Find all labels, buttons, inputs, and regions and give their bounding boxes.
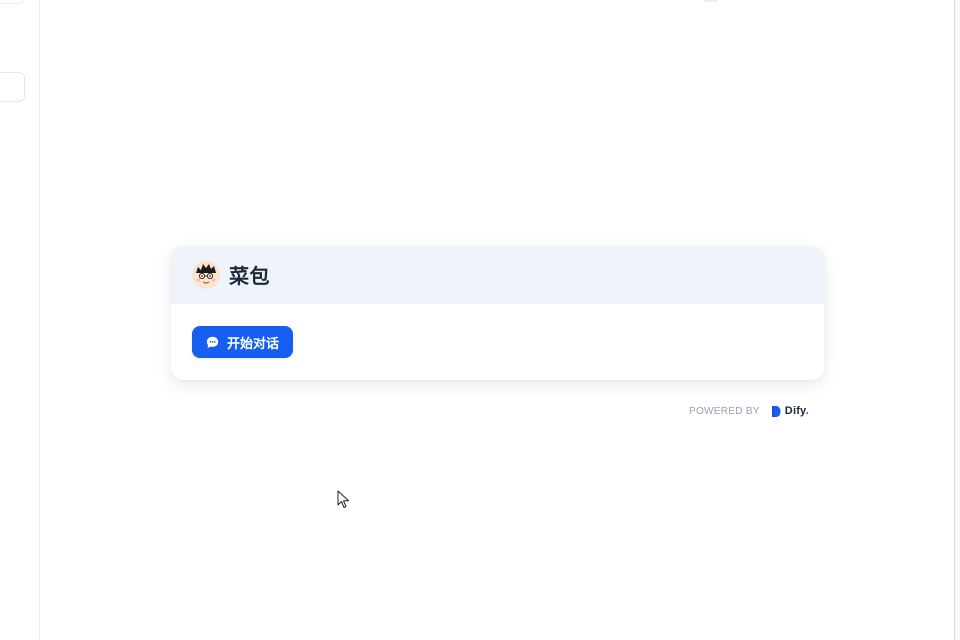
dify-logo-icon (771, 405, 781, 418)
left-sidebar (0, 0, 40, 640)
powered-by-label: POWERED BY (689, 405, 760, 417)
dify-brand[interactable]: Dify. (771, 405, 809, 418)
dify-wordmark: Dify. (785, 405, 809, 417)
app-avatar-icon (192, 260, 220, 289)
welcome-card-header: 菜包 (171, 246, 824, 304)
start-chat-button[interactable]: 开始对话 (192, 326, 294, 358)
powered-by-footer: POWERED BY Dify. (689, 403, 809, 419)
app-title: 菜包 (229, 266, 270, 288)
sidebar-top-control[interactable] (0, 0, 24, 4)
dify-brand-name: Dify (784, 405, 806, 417)
top-edge-marker (704, 0, 718, 2)
chat-bubble-icon (206, 336, 219, 349)
dify-brand-suffix: . (805, 405, 809, 417)
welcome-card-body: 开始对话 (171, 304, 824, 358)
app-viewport: 菜包 开始对话 POWERED BY Dify. (0, 0, 960, 640)
start-chat-label: 开始对话 (227, 335, 280, 351)
sidebar-input-stub[interactable] (0, 72, 25, 102)
mouse-pointer-icon (337, 490, 351, 510)
welcome-card: 菜包 开始对话 (171, 246, 824, 380)
right-edge-divider (954, 0, 960, 640)
